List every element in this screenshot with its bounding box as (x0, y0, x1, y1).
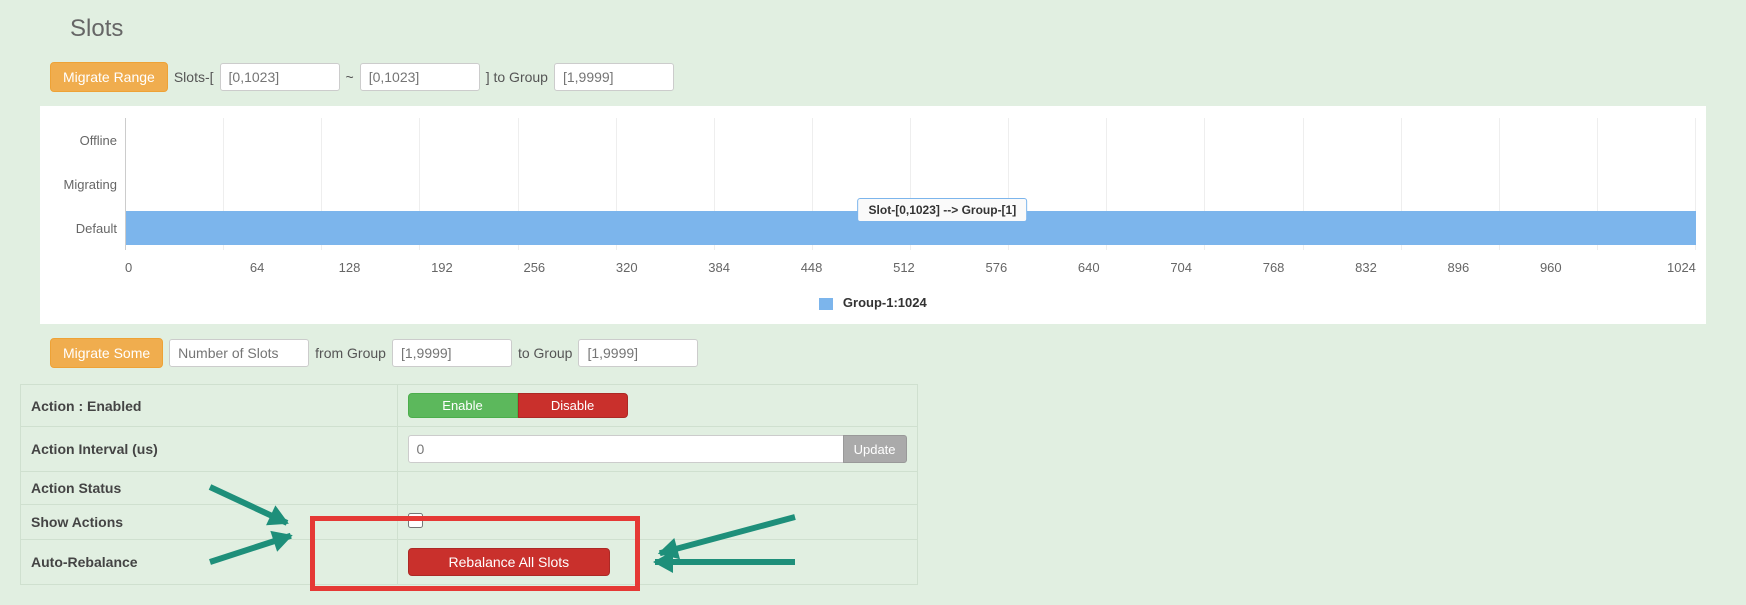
slots-suffix-label: ] to Group (486, 69, 548, 85)
migrate-some-to-group-input[interactable] (578, 339, 698, 367)
migrate-range-from-input[interactable] (220, 63, 340, 91)
legend-label: Group-1:1024 (843, 295, 927, 310)
chart-plot-area[interactable]: Slot-[0,1023] --> Group-[1] (125, 118, 1696, 250)
x-tick: 896 (1412, 260, 1504, 275)
x-tick: 768 (1227, 260, 1319, 275)
to-group-label: to Group (518, 345, 572, 361)
y-label-default: Default (50, 206, 125, 250)
show-actions-checkbox[interactable] (408, 513, 423, 528)
action-label: Action : Enabled (21, 385, 398, 427)
interval-label: Action Interval (us) (21, 427, 398, 472)
show-actions-label: Show Actions (21, 505, 398, 540)
x-tick: 704 (1135, 260, 1227, 275)
rebalance-all-slots-button[interactable]: Rebalance All Slots (408, 548, 611, 576)
migrate-some-from-group-input[interactable] (392, 339, 512, 367)
x-tick: 0 (125, 260, 217, 275)
legend-swatch-icon (819, 298, 833, 310)
auto-rebalance-label: Auto-Rebalance (21, 540, 398, 585)
migrate-range-group-input[interactable] (554, 63, 674, 91)
section-title: Slots (10, 10, 1736, 58)
interval-input[interactable] (408, 435, 844, 463)
x-tick: 1024 (1604, 260, 1696, 275)
x-tick: 576 (950, 260, 1042, 275)
x-tick: 64 (211, 260, 303, 275)
track-default: Slot-[0,1023] --> Group-[1] (126, 206, 1696, 250)
chart-x-axis: 0 64 128 192 256 320 384 448 512 576 640… (125, 250, 1696, 275)
track-offline (126, 118, 1696, 162)
x-tick: 192 (396, 260, 488, 275)
action-status-value (397, 472, 917, 505)
slot-tooltip: Slot-[0,1023] --> Group-[1] (858, 198, 1028, 222)
chart-legend: Group-1:1024 (50, 275, 1696, 310)
from-group-label: from Group (315, 345, 386, 361)
disable-button[interactable]: Disable (518, 393, 628, 418)
x-tick: 640 (1043, 260, 1135, 275)
x-tick: 384 (673, 260, 765, 275)
enable-button[interactable]: Enable (408, 393, 518, 418)
x-tick: 256 (488, 260, 580, 275)
x-tick: 128 (303, 260, 395, 275)
tilde-label: ~ (346, 69, 354, 85)
x-tick: 448 (765, 260, 857, 275)
migrate-some-button[interactable]: Migrate Some (50, 338, 163, 368)
migrate-range-button[interactable]: Migrate Range (50, 62, 168, 92)
x-tick: 960 (1505, 260, 1597, 275)
migrate-some-slots-input[interactable] (169, 339, 309, 367)
chart-y-axis: Offline Migrating Default (50, 118, 125, 250)
migrate-some-row: Migrate Some from Group to Group (10, 334, 1736, 372)
action-status-label: Action Status (21, 472, 398, 505)
migrate-range-row: Migrate Range Slots-[ ~ ] to Group (10, 58, 1736, 96)
y-label-offline: Offline (50, 118, 125, 162)
slots-chart: Offline Migrating Default Slot-[0,1023] … (40, 106, 1706, 324)
x-tick: 512 (858, 260, 950, 275)
update-button[interactable]: Update (843, 435, 907, 463)
y-label-migrating: Migrating (50, 162, 125, 206)
migrate-range-to-input[interactable] (360, 63, 480, 91)
config-table: Action : Enabled Enable Disable Action I… (20, 384, 918, 585)
x-tick: 320 (581, 260, 673, 275)
slots-prefix-label: Slots-[ (174, 69, 214, 85)
x-tick: 832 (1320, 260, 1412, 275)
